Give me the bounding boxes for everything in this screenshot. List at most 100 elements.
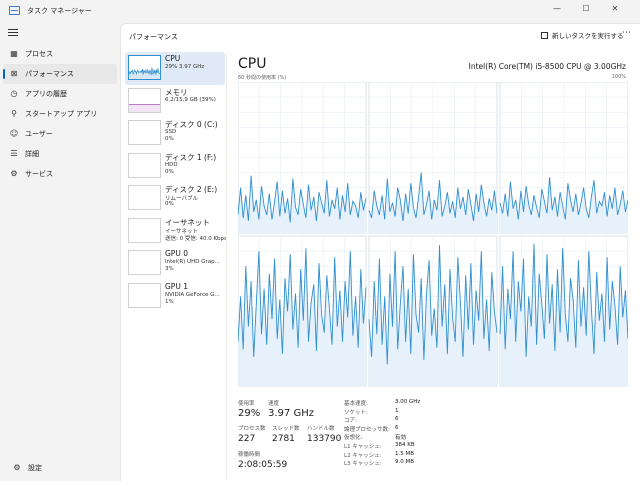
- nav-item-processes[interactable]: ▦ プロセス: [3, 44, 117, 64]
- core-graph-0: [238, 82, 367, 234]
- device-disk-2[interactable]: ディスク 2 (E:) リムーバブル 0%: [125, 182, 225, 215]
- speed-label: 速度: [268, 401, 280, 407]
- graph-axis-label: 60 秒間の使用率 (%): [238, 75, 287, 81]
- device-name: GPU 1: [165, 281, 188, 291]
- main-content: パフォーマンス 新しいタスクを実行する ⋯ CPU 29% 3.97 GHz メ…: [120, 23, 640, 481]
- gpu-thumbnail: [128, 282, 161, 308]
- performance-icon: ⊠: [10, 69, 18, 78]
- device-usage: 0%: [165, 201, 174, 207]
- device-ethernet[interactable]: イーサネット イーサネット 送信: 0 受信: 40.0 Kbps: [125, 215, 227, 248]
- device-usage: 1%: [165, 298, 174, 305]
- device-model: NVIDIA GeForce G...: [165, 291, 220, 298]
- nav-item-label: スタートアップ アプリ: [25, 110, 98, 118]
- uptime-label: 稼働時間: [238, 452, 261, 458]
- spec-key: ソケット:: [344, 409, 368, 416]
- spec-key: L1 キャッシュ:: [344, 444, 382, 450]
- device-type: SSD: [165, 129, 177, 135]
- title-bar: タスク マネージャー — ☐ ✕: [0, 0, 640, 22]
- services-icon: ⚙: [10, 169, 18, 178]
- spec-value: 9.0 MB: [395, 459, 415, 466]
- more-options-button[interactable]: ⋯: [622, 28, 631, 38]
- disk-thumbnail: [128, 185, 161, 210]
- spec-value: 有効: [395, 435, 407, 442]
- memory-thumbnail: [128, 87, 161, 113]
- history-icon: ◷: [10, 89, 18, 98]
- nav-item-label: アプリの履歴: [25, 90, 67, 98]
- cpu-title: CPU: [238, 56, 267, 72]
- hamburger-menu-icon[interactable]: [8, 29, 18, 37]
- device-usage: 0%: [165, 168, 174, 175]
- spec-key: 論理プロセッサ数:: [344, 426, 390, 433]
- nav-item-label: 詳細: [25, 150, 39, 158]
- spec-key: L3 キャッシュ:: [344, 461, 382, 468]
- device-usage: 3%: [165, 266, 174, 272]
- spec-key: 基本速度:: [344, 401, 368, 407]
- task-manager-icon: [9, 6, 20, 15]
- startup-icon: ⚲: [11, 109, 17, 118]
- device-usage: 0%: [165, 136, 174, 142]
- minimize-button[interactable]: —: [548, 2, 566, 16]
- details-icon: ☰: [10, 149, 18, 158]
- spec-value: 384 KB: [395, 442, 415, 448]
- thumb-area: [129, 103, 160, 112]
- thread-count-value: 2781: [272, 434, 295, 444]
- nav-item-performance[interactable]: ⊠ パフォーマンス: [3, 64, 117, 84]
- core-graph-4: [368, 235, 498, 387]
- device-detail: 29% 3.97 GHz: [165, 64, 205, 70]
- divider: [226, 52, 227, 481]
- spec-key: コア:: [344, 418, 357, 425]
- nav-item-label: サービス: [25, 170, 53, 178]
- ethernet-thumbnail: [128, 217, 161, 243]
- device-name: CPU: [165, 54, 181, 63]
- handle-count-value: 133790: [307, 434, 342, 444]
- page-title: パフォーマンス: [129, 33, 178, 41]
- run-new-task-button[interactable]: 新しいタスクを実行する: [541, 30, 624, 40]
- nav-item-details[interactable]: ☰ 詳細: [3, 144, 117, 164]
- device-cpu[interactable]: CPU 29% 3.97 GHz: [125, 52, 225, 85]
- grid-icon: ▦: [10, 49, 18, 58]
- nav-item-startup-apps[interactable]: ⚲ スタートアップ アプリ: [3, 104, 117, 124]
- device-disk-1[interactable]: ディスク 1 (F:) HDD 0%: [125, 150, 225, 183]
- maximize-button[interactable]: ☐: [577, 2, 595, 16]
- spec-value: 3.00 GHz: [395, 399, 421, 405]
- nav-item-label: パフォーマンス: [25, 70, 74, 78]
- handle-count-label: ハンドル数: [307, 426, 335, 432]
- cpu-stats: 使用率 29% 速度 3.97 GHz プロセス数 227 スレッド数 2781…: [238, 397, 628, 477]
- speed-value: 3.97 GHz: [268, 408, 314, 419]
- utilization-label: 使用率: [238, 401, 255, 407]
- process-count-label: プロセス数: [238, 426, 266, 432]
- device-gpu-0[interactable]: GPU 0 Intel(R) UHD Grap... 3%: [125, 247, 225, 280]
- spec-value: 6: [395, 424, 399, 431]
- process-count-value: 227: [238, 434, 256, 444]
- nav-item-label: ユーザー: [25, 130, 53, 138]
- nav-item-app-history[interactable]: ◷ アプリの履歴: [3, 84, 117, 104]
- nav-item-services[interactable]: ⚙ サービス: [3, 164, 117, 184]
- nav-item-settings[interactable]: ⚙ 設定: [6, 458, 120, 478]
- run-task-icon: [541, 32, 548, 39]
- device-disk-0[interactable]: ディスク 0 (C:) SSD 0%: [125, 117, 225, 150]
- device-type: HDD: [165, 161, 178, 168]
- spec-key: 仮想化:: [344, 435, 363, 442]
- device-gpu-1[interactable]: GPU 1 NVIDIA GeForce G... 1%: [125, 280, 225, 313]
- device-name: GPU 0: [165, 249, 188, 258]
- cpu-thumbnail: [128, 55, 161, 80]
- nav-item-users[interactable]: ☺ ユーザー: [3, 124, 117, 144]
- device-memory[interactable]: メモリ 6.2/15.9 GB (39%): [125, 85, 225, 118]
- nav-item-label: 設定: [28, 464, 42, 472]
- spec-value: 1: [395, 407, 399, 414]
- cpu-model: Intel(R) Core(TM) i5-8500 CPU @ 3.00GHz: [468, 62, 626, 71]
- nav-item-label: プロセス: [25, 50, 53, 58]
- users-icon: ☺: [9, 129, 19, 138]
- uptime-value: 2:08:05:59: [238, 460, 288, 470]
- device-detail: 6.2/15.9 GB (39%): [165, 96, 216, 103]
- device-model: Intel(R) UHD Grap...: [165, 259, 220, 265]
- spec-value: 6: [395, 416, 399, 423]
- sidebar-nav: ▦ プロセス ⊠ パフォーマンス ◷ アプリの履歴 ⚲ スタートアップ アプリ …: [0, 44, 120, 184]
- core-graph-3: [238, 235, 367, 387]
- disk-thumbnail: [128, 152, 161, 178]
- gpu-thumbnail: [128, 250, 161, 275]
- thumb-line: [129, 242, 161, 243]
- cpu-usage-graph: [238, 82, 628, 387]
- close-button[interactable]: ✕: [606, 2, 624, 16]
- window-title: タスク マネージャー: [27, 7, 92, 15]
